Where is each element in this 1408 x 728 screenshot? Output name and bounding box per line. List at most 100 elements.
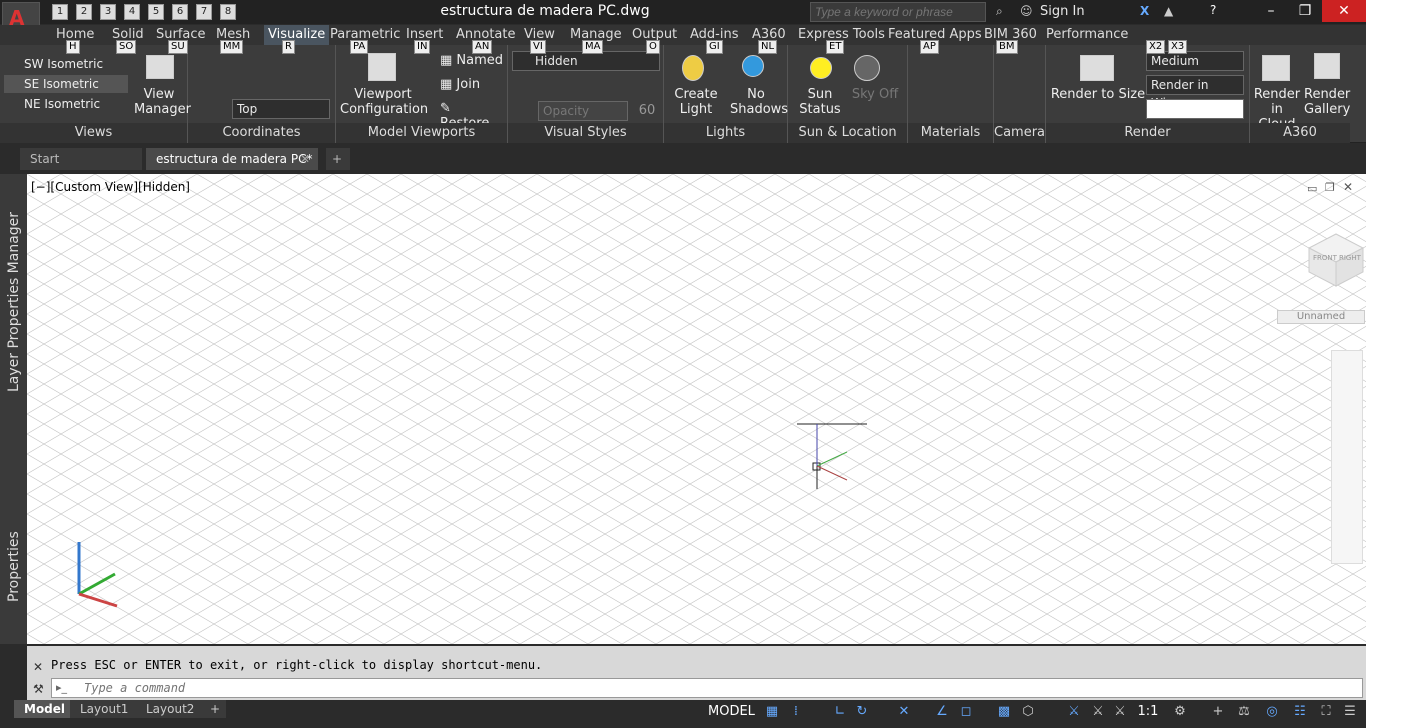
layer-properties-palette-tab[interactable]: Layer Properties Manager [6,212,22,392]
document-title: estructura de madera PC.dwg [440,3,650,19]
add-layout-button[interactable]: + [204,700,227,718]
render-output-field[interactable] [1146,99,1244,119]
exchange-icon[interactable]: X [1140,4,1149,18]
keytip: X3 [1168,40,1188,54]
render-gallery-icon [1314,53,1340,79]
materials-panel-title[interactable]: Materials [908,123,993,143]
polar-icon[interactable]: ↻ [852,704,872,722]
binoculars-icon[interactable]: ⌕ [996,4,1003,19]
ortho-icon[interactable]: ∟ [830,704,850,722]
snap-icon[interactable]: ⁞ [786,704,806,722]
view-sw-isometric[interactable]: SW Isometric [4,55,128,73]
render-quality-dropdown[interactable]: Medium [1146,51,1244,71]
annotation-scale-value[interactable]: 1:1 [1134,704,1162,722]
lights-panel-title[interactable]: Lights [664,123,787,143]
autodesk-a360-icon[interactable]: ▲ [1164,4,1173,18]
keytip: GI [706,40,723,54]
object-snap-tracking-icon[interactable]: ∠ [932,704,952,722]
keytip: SO [116,40,137,54]
render-to-size-icon [1080,55,1114,81]
command-prompt-icon[interactable]: ▸_ [56,681,67,694]
viewport-close-icon[interactable]: ✕ [1343,180,1353,194]
view-manager-button[interactable]: View Manager [134,87,191,117]
quick-access-button-2[interactable]: 2 [76,4,92,20]
render-gallery-button[interactable]: Render Gallery [1304,87,1350,117]
view-se-isometric[interactable]: SE Isometric [4,75,128,93]
sign-in-link[interactable]: Sign In [1040,4,1085,19]
viewport-minimize-icon[interactable]: ▭ [1307,182,1317,195]
customization-menu-icon[interactable]: ☰ [1340,704,1360,722]
close-command-icon[interactable]: ✕ [33,660,43,674]
annotation-scale-icon[interactable]: ⚔ [1110,704,1130,722]
layout-tab-layout1[interactable]: Layout1 [70,700,139,718]
command-input[interactable] [84,681,584,695]
properties-palette-tab[interactable]: Properties [6,531,22,602]
no-shadows-button[interactable]: No Shadows [730,87,788,117]
keytip: ET [826,40,845,54]
ucs-dropdown[interactable]: Top [232,99,330,119]
quick-access-button-1[interactable]: 1 [52,4,68,20]
render-panel-title[interactable]: Render [1046,123,1249,143]
close-tab-icon[interactable]: ✕ [300,148,310,170]
named-viewports-button[interactable]: ▦ Named [440,53,504,68]
annotation-visibility-icon[interactable]: ⚔ [1064,704,1084,722]
sun-status-button[interactable]: Sun Status [794,87,846,117]
plus-icon: + [210,702,221,716]
transparency-icon[interactable]: ▩ [994,704,1014,722]
quick-access-button-4[interactable]: 4 [124,4,140,20]
join-viewports-button[interactable]: ▦ Join [440,77,504,92]
visual-styles-panel-title[interactable]: Visual Styles [508,123,663,143]
model-space-button[interactable]: MODEL [708,704,755,719]
grid-icon[interactable]: ▦ [762,704,782,722]
auto-scale-icon[interactable]: ⚔ [1088,704,1108,722]
units-icon[interactable]: ⚖ [1234,704,1254,722]
viewcube[interactable]: FRONT RIGHT [1303,230,1366,290]
tab-performance[interactable]: Performance [1046,27,1128,42]
layout-tab-layout2[interactable]: Layout2 [136,700,205,718]
isodraft-icon[interactable]: ✕ [894,704,914,722]
new-tab-button[interactable]: + [326,148,350,170]
quick-access-button-8[interactable]: 8 [220,4,236,20]
viewcube-right-face[interactable]: RIGHT [1339,254,1361,262]
render-to-size-button[interactable]: Render to Size [1050,87,1146,102]
search-input[interactable] [810,2,986,22]
quick-access-button-3[interactable]: 3 [100,4,116,20]
viewport-controls-label[interactable]: [−][Custom View][Hidden] [31,180,190,194]
view-ne-isometric[interactable]: NE Isometric [4,95,128,113]
quick-access-button-5[interactable]: 5 [148,4,164,20]
quick-access-button-6[interactable]: 6 [172,4,188,20]
tab-visualize[interactable]: Visualize [264,25,330,45]
viewport-restore-icon[interactable]: ❐ [1325,181,1335,194]
file-tab-current[interactable]: estructura de madera PC* ✕ [146,148,318,170]
fullscreen-icon[interactable]: ⛶ [1316,704,1336,722]
close-window-button[interactable]: ✕ [1322,0,1366,22]
workspace-gear-icon[interactable]: ⚙ [1170,704,1190,722]
isolate-objects-icon[interactable]: ☷ [1290,704,1310,722]
view-manager-icon [146,55,174,79]
layout-tab-model[interactable]: Model [14,700,76,718]
drawing-viewport[interactable]: [−][Custom View][Hidden] ▭ ❐ ✕ FRONT RIG… [27,174,1366,644]
object-snap-icon[interactable]: ◻ [956,704,976,722]
render-in-dropdown[interactable]: Render in Win... [1146,75,1244,110]
help-icon[interactable]: ? [1210,3,1216,17]
hardware-acceleration-icon[interactable]: ◎ [1262,704,1282,722]
keytip: BM [996,40,1018,54]
viewport-configuration-button[interactable]: Viewport Configuration [340,87,428,117]
create-light-button[interactable]: Create Light [668,87,724,117]
coordinates-panel: Top Coordinates [188,45,336,143]
quick-access-button-7[interactable]: 7 [196,4,212,20]
ucs-menu[interactable]: Unnamed [1277,310,1365,324]
keytip: R [282,40,295,54]
minimize-button[interactable]: – [1254,0,1288,22]
restore-button[interactable]: ❐ [1288,0,1322,22]
viewcube-front-face[interactable]: FRONT [1313,254,1337,262]
selection-cycling-icon[interactable]: ⬡ [1018,704,1038,722]
file-tab-start[interactable]: Start [20,148,142,170]
visual-style-dropdown[interactable]: Hidden [512,51,660,71]
annotation-monitor-icon[interactable]: + [1208,704,1228,722]
sun-location-panel-title[interactable]: Sun & Location [788,123,907,143]
customize-command-icon[interactable]: ⚒ [33,682,44,696]
navigation-bar[interactable] [1331,350,1363,564]
opacity-slider[interactable]: Opacity [538,101,628,121]
sky-off-button[interactable]: Sky Off [846,87,904,102]
